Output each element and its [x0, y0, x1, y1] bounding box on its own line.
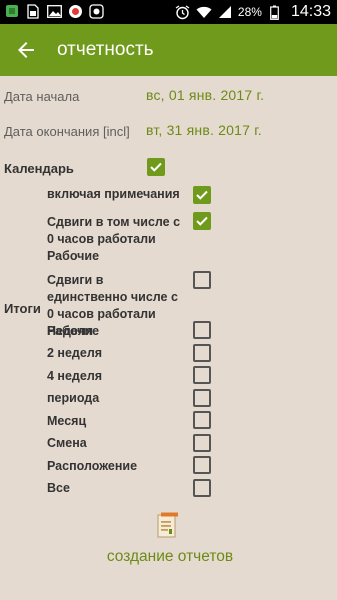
option-label-month: Месяц	[47, 414, 87, 428]
option-label-shift: Смена	[47, 436, 87, 450]
create-reports-button[interactable]: создание отчетов	[90, 512, 250, 570]
start-date-label: Дата начала	[4, 89, 80, 104]
option-checkbox-2-weeks[interactable]	[193, 344, 211, 362]
option-checkbox-location[interactable]	[193, 456, 211, 474]
option-checkbox-all[interactable]	[193, 479, 211, 497]
option-checkbox-month[interactable]	[193, 411, 211, 429]
battery-icon	[267, 4, 283, 20]
option-label-notes: включая примечания	[47, 187, 180, 201]
option-checkbox-period[interactable]	[193, 389, 211, 407]
option-label-week: Неделя	[47, 324, 94, 338]
create-reports-label: создание отчетов	[106, 548, 234, 565]
option-label-4-weeks: 4 неделя	[47, 369, 103, 383]
start-date-value[interactable]: вс, 01 янв. 2017 г.	[146, 87, 264, 103]
end-date-value[interactable]: вт, 31 янв. 2017 г.	[146, 122, 262, 138]
option-checkbox-week[interactable]	[193, 321, 211, 339]
wifi-icon	[196, 4, 212, 20]
calendar-label: Календарь	[4, 161, 74, 176]
report-icon	[157, 512, 179, 538]
status-bar: 28% 14:33	[0, 0, 337, 24]
option-label-location: Расположение	[47, 459, 138, 473]
back-arrow-icon[interactable]	[14, 38, 38, 62]
option-checkbox-4-weeks[interactable]	[193, 366, 211, 384]
battery-percent: 28%	[237, 5, 262, 19]
end-date-label: Дата окончания [incl]	[4, 124, 130, 139]
calendar-checkbox[interactable]	[147, 158, 165, 176]
totals-label: Итоги	[4, 301, 41, 316]
sim-card-icon	[25, 3, 41, 19]
image-icon	[46, 3, 62, 19]
signal-icon	[217, 4, 233, 20]
option-label-all: Все	[47, 481, 70, 495]
page-title: отчетность	[57, 39, 154, 60]
option-checkbox-shifts-only[interactable]	[193, 271, 211, 289]
option-checkbox-notes[interactable]	[193, 186, 211, 204]
option-label-period: периода	[47, 391, 100, 405]
record-icon	[67, 3, 83, 19]
app-icon	[88, 3, 104, 19]
app-bar: отчетность	[0, 24, 337, 76]
option-label-2-weeks: 2 неделя	[47, 346, 103, 360]
alarm-icon	[175, 4, 191, 20]
option-label-shifts-including: Сдвиги в том числе с 0 часов работали Ра…	[47, 215, 181, 263]
clock: 14:33	[290, 3, 331, 20]
app-notification-icon	[4, 3, 20, 19]
option-checkbox-shifts-including[interactable]	[193, 212, 211, 230]
option-checkbox-shift[interactable]	[193, 434, 211, 452]
